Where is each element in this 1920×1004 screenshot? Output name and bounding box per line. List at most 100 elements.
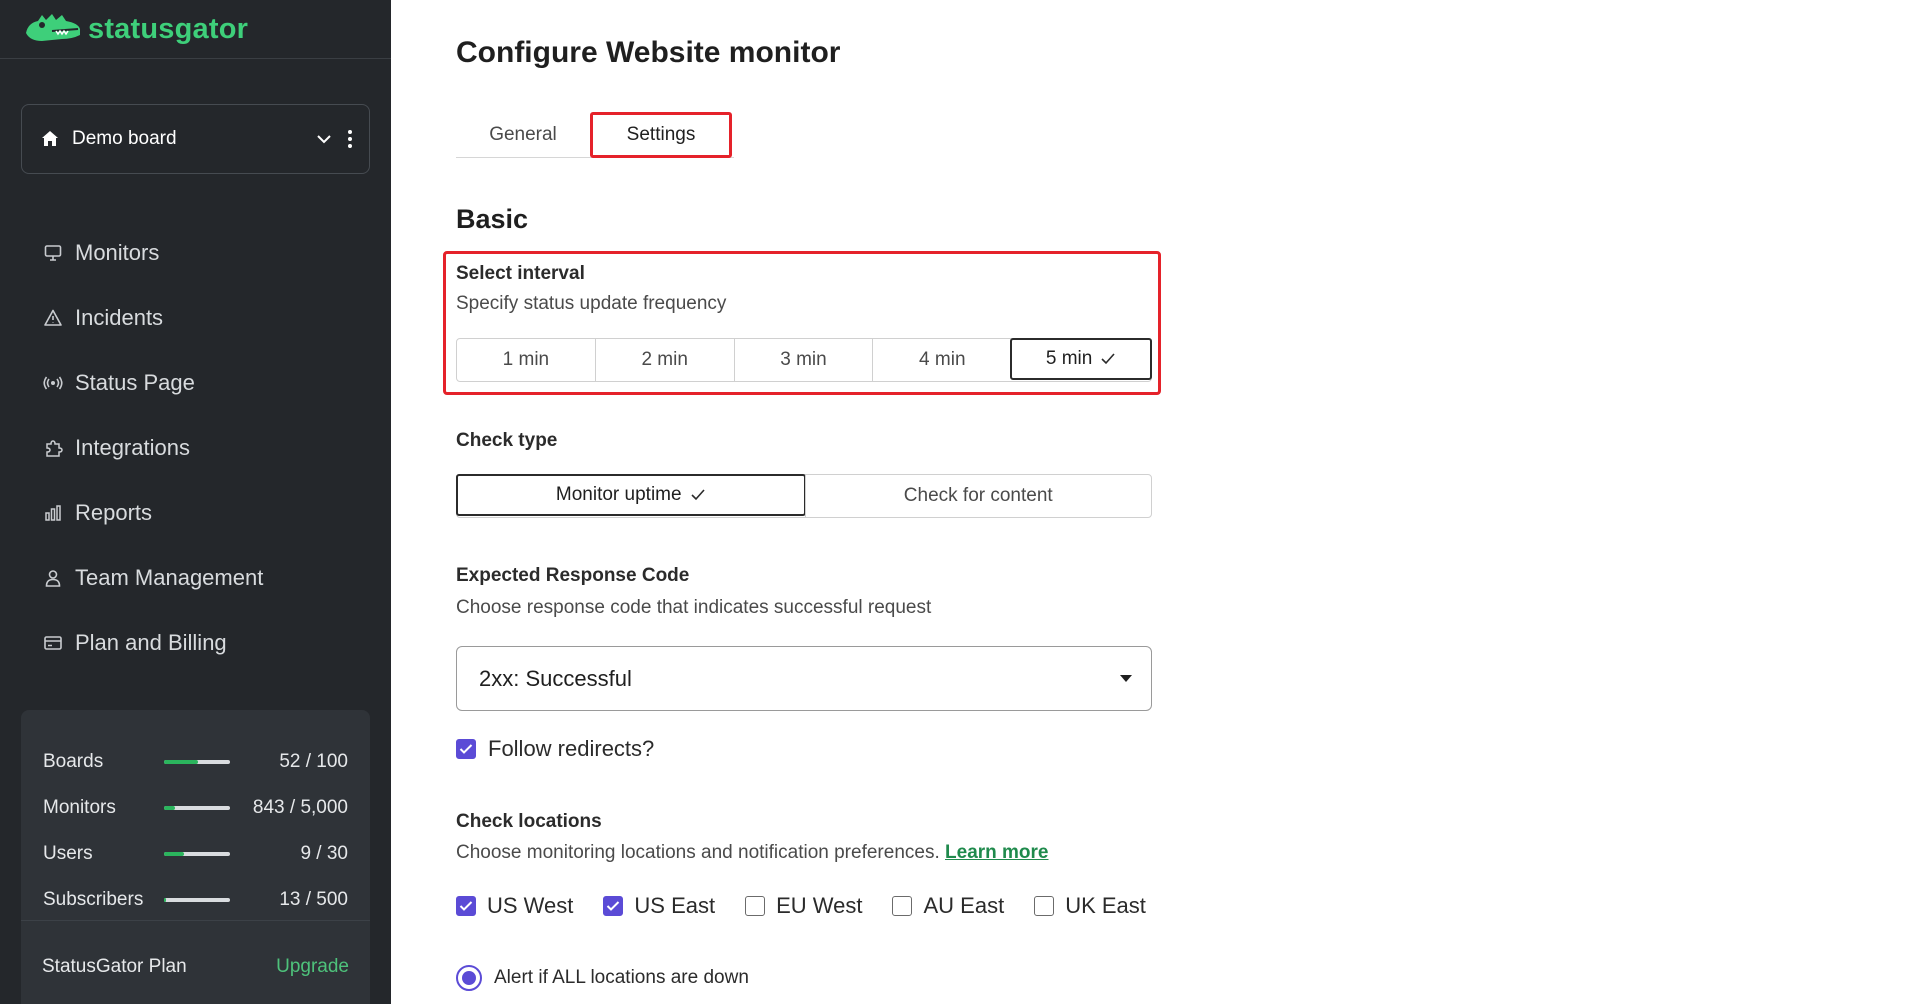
interval-option-2-min[interactable]: 2 min <box>594 339 734 381</box>
usage-count: 843 / 5,000 <box>252 797 348 818</box>
location-us-east[interactable]: US East <box>603 893 715 919</box>
plan-name: StatusGator Plan <box>42 956 187 977</box>
sidebar-item-integrations[interactable]: Integrations <box>0 415 391 480</box>
check-type-monitor-uptime[interactable]: Monitor uptime <box>456 474 806 516</box>
check-type-check-for-content[interactable]: Check for content <box>804 475 1152 517</box>
home-icon <box>42 131 58 146</box>
usage-row-boards: Boards 52 / 100 <box>43 749 348 775</box>
brand-header[interactable]: statusgator <box>0 0 391 59</box>
monitor-icon <box>44 244 62 261</box>
location-eu-west[interactable]: EU West <box>745 893 862 919</box>
radio-selected-icon[interactable] <box>456 965 482 991</box>
location-uk-east[interactable]: UK East <box>1034 893 1146 919</box>
interval-option-1-min[interactable]: 1 min <box>457 339 595 381</box>
credit-card-icon <box>44 635 62 650</box>
response-code-value: 2xx: Successful <box>479 665 632 691</box>
usage-count: 52 / 100 <box>279 751 348 772</box>
location-us-west[interactable]: US West <box>456 893 573 919</box>
check-type-option-label: Check for content <box>903 485 1053 506</box>
usage-progress-bar <box>164 852 230 856</box>
follow-redirects-label: Follow redirects? <box>488 736 655 761</box>
sidebar: statusgator Demo board Monitors Incident… <box>0 0 391 1004</box>
location-label: UK East <box>1065 893 1146 918</box>
page-title: Configure Website monitor <box>456 36 841 69</box>
checkbox-unchecked-icon[interactable] <box>1034 896 1055 916</box>
usage-row-subscribers: Subscribers 13 / 500 <box>43 887 348 913</box>
warning-icon <box>44 309 62 326</box>
tab-bar: General Settings <box>456 112 734 158</box>
checkbox-checked-icon[interactable] <box>456 896 476 916</box>
usage-progress-bar <box>164 760 230 764</box>
location-label: AU East <box>923 893 1005 918</box>
location-au-east[interactable]: AU East <box>892 893 1004 919</box>
checkbox-checked-icon[interactable] <box>456 739 476 759</box>
tab-settings[interactable]: Settings <box>590 112 732 158</box>
chevron-down-icon[interactable] <box>315 130 333 148</box>
sidebar-item-incidents[interactable]: Incidents <box>0 285 391 350</box>
sidebar-item-team-management[interactable]: Team Management <box>0 545 391 610</box>
response-code-help: Choose response code that indicates succ… <box>456 597 932 618</box>
interval-option-label: 3 min <box>780 349 827 370</box>
checkbox-unchecked-icon[interactable] <box>745 896 766 916</box>
interval-option-4-min[interactable]: 4 min <box>872 339 1011 381</box>
puzzle-icon <box>46 439 63 457</box>
usage-progress-bar <box>164 898 230 902</box>
usage-progress-fill <box>164 760 199 764</box>
sidebar-item-label: Reports <box>75 499 153 525</box>
alert-all-down-radio[interactable]: Alert if ALL locations are down <box>456 965 749 991</box>
usage-progress-fill <box>164 852 184 856</box>
sidebar-item-label: Incidents <box>75 304 164 330</box>
brand-name: statusgator <box>88 12 249 45</box>
interval-option-5-min[interactable]: 5 min <box>1010 338 1152 380</box>
sidebar-item-label: Status Page <box>75 369 195 395</box>
usage-row-monitors: Monitors 843 / 5,000 <box>43 795 348 821</box>
usage-label: Subscribers <box>43 889 144 910</box>
usage-label: Users <box>43 843 93 864</box>
usage-count: 9 / 30 <box>300 843 348 864</box>
interval-option-label: 1 min <box>502 349 550 370</box>
main-content: Configure Website monitor General Settin… <box>443 0 1856 1004</box>
check-icon <box>1101 353 1115 365</box>
sidebar-item-label: Team Management <box>75 564 264 590</box>
sidebar-item-label: Plan and Billing <box>75 629 227 655</box>
tab-general[interactable]: General <box>456 112 590 158</box>
interval-option-label: 2 min <box>641 349 688 370</box>
plan-row: StatusGator Plan Upgrade <box>42 956 349 978</box>
locations-list: US West US East EU West AU East UK East <box>456 893 1176 919</box>
caret-down-icon <box>1120 675 1132 682</box>
usage-label: Monitors <box>43 797 116 818</box>
checkbox-checked-icon[interactable] <box>603 896 624 916</box>
bar-chart-icon <box>45 504 61 521</box>
usage-label: Boards <box>43 751 104 772</box>
upgrade-link[interactable]: Upgrade <box>276 956 349 978</box>
learn-more-link[interactable]: Learn more <box>945 842 1048 863</box>
response-code-select[interactable]: 2xx: Successful <box>456 646 1152 711</box>
gator-logo-icon <box>26 14 80 41</box>
follow-redirects-checkbox[interactable]: Follow redirects? <box>456 736 654 762</box>
more-options-icon[interactable] <box>347 129 353 149</box>
interval-option-3-min[interactable]: 3 min <box>733 339 873 381</box>
checkbox-unchecked-icon[interactable] <box>892 896 913 916</box>
board-name: Demo board <box>72 128 177 149</box>
sidebar-item-reports[interactable]: Reports <box>0 480 391 545</box>
interval-selector: 1 min 2 min 3 min 4 min 5 min <box>456 338 1152 382</box>
check-locations-help-text: Choose monitoring locations and notifica… <box>456 842 940 863</box>
interval-option-label: 4 min <box>919 349 966 370</box>
check-locations-label: Check locations <box>456 811 602 832</box>
check-type-selector: Monitor uptime Check for content <box>456 474 1152 518</box>
usage-progress-bar <box>164 806 230 810</box>
response-code-label: Expected Response Code <box>456 565 690 586</box>
sidebar-item-label: Monitors <box>75 239 160 265</box>
radio-dot <box>462 971 476 985</box>
usage-progress-fill <box>164 806 176 810</box>
check-type-label: Check type <box>456 430 558 451</box>
section-title: Basic <box>456 204 529 234</box>
check-type-option-label: Monitor uptime <box>555 484 682 505</box>
sidebar-nav: Monitors Incidents Status Page Integrati… <box>0 220 391 675</box>
sidebar-item-status-page[interactable]: Status Page <box>0 350 391 415</box>
board-selector[interactable]: Demo board <box>21 104 370 174</box>
sidebar-item-monitors[interactable]: Monitors <box>0 220 391 285</box>
location-label: US East <box>634 893 716 918</box>
sidebar-item-plan-billing[interactable]: Plan and Billing <box>0 610 391 675</box>
usage-row-users: Users 9 / 30 <box>43 841 348 867</box>
